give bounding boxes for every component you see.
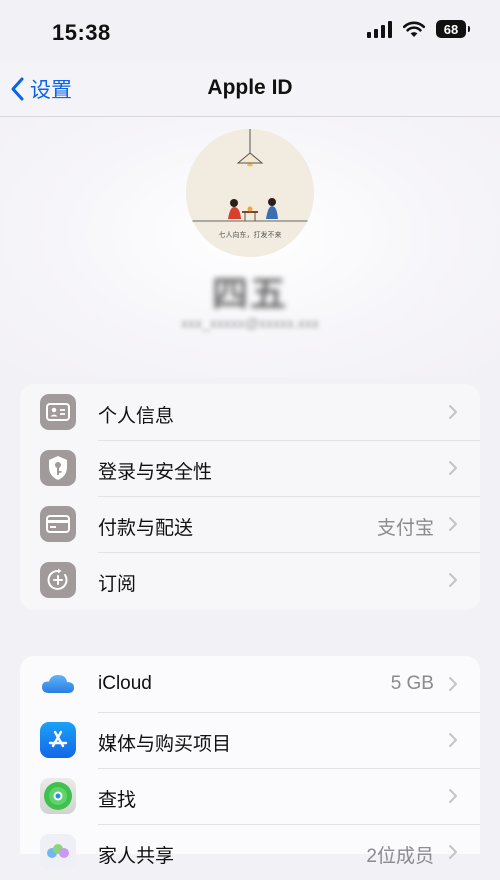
- navigation-bar: 设置 Apple ID: [0, 62, 500, 117]
- row-label: iCloud: [98, 673, 152, 694]
- profile-email: xxx_xxxxx@xxxxx.xxx: [181, 315, 319, 331]
- row-media-purchases[interactable]: 媒体与购买项目: [20, 712, 480, 768]
- avatar[interactable]: 七人向东，打发不来: [186, 129, 314, 257]
- key-shield-icon: [40, 450, 76, 486]
- row-value: 5 GB: [390, 673, 434, 694]
- status-bar: 15:38 68: [0, 0, 500, 62]
- chevron-right-icon: [449, 677, 457, 691]
- row-value: 支付宝: [376, 518, 434, 539]
- row-find-my[interactable]: 查找: [20, 768, 480, 824]
- app-store-icon: [40, 722, 76, 758]
- battery-level: 68: [443, 21, 459, 37]
- status-time: 15:38: [52, 20, 111, 45]
- page-title: Apple ID: [207, 76, 293, 99]
- row-label: 媒体与购买项目: [98, 734, 232, 755]
- settings-group-account: 个人信息 登录与安全性 付款与配送 支付宝 订阅: [20, 384, 480, 610]
- row-subscriptions[interactable]: 订阅: [20, 552, 480, 608]
- row-label: 登录与安全性: [98, 462, 213, 483]
- chevron-right-icon: [449, 405, 457, 419]
- row-label: 付款与配送: [98, 518, 194, 539]
- row-label: 个人信息: [98, 406, 175, 427]
- row-sign-in-security[interactable]: 登录与安全性: [20, 440, 480, 496]
- icloud-icon: [40, 666, 76, 702]
- row-label: 查找: [98, 790, 137, 811]
- row-family-sharing[interactable]: 家人共享 2位成员: [20, 824, 480, 880]
- chevron-right-icon: [449, 733, 457, 747]
- chevron-right-icon: [449, 789, 457, 803]
- id-card-icon: [40, 394, 76, 430]
- find-my-icon: [40, 778, 76, 814]
- row-payment-shipping[interactable]: 付款与配送 支付宝: [20, 496, 480, 552]
- row-label: 家人共享: [98, 846, 175, 867]
- cellular-signal-icon: [367, 20, 392, 38]
- avatar-caption: 七人向东，打发不来: [218, 232, 282, 239]
- credit-card-icon: [40, 506, 76, 542]
- profile-header: 七人向东，打发不来 四五 xxx_xxxxx@xxxxx.xxx: [0, 117, 500, 377]
- chevron-right-icon: [449, 461, 457, 475]
- row-label: 订阅: [98, 574, 137, 595]
- row-value: 2位成员: [366, 846, 434, 867]
- settings-group-services: iCloud 5 GB 媒体与购买项目 查找 家人共享 2位成员: [20, 656, 480, 870]
- status-icons: 68: [367, 20, 470, 38]
- wifi-icon: [402, 21, 426, 37]
- family-sharing-icon: [40, 834, 76, 870]
- row-personal-info[interactable]: 个人信息: [20, 384, 480, 440]
- subscription-icon: [40, 562, 76, 598]
- row-icloud[interactable]: iCloud 5 GB: [20, 656, 480, 712]
- chevron-right-icon: [449, 517, 457, 531]
- chevron-right-icon: [449, 573, 457, 587]
- profile-name: 四五: [211, 273, 288, 314]
- battery-icon: 68: [436, 20, 470, 38]
- chevron-right-icon: [449, 845, 457, 859]
